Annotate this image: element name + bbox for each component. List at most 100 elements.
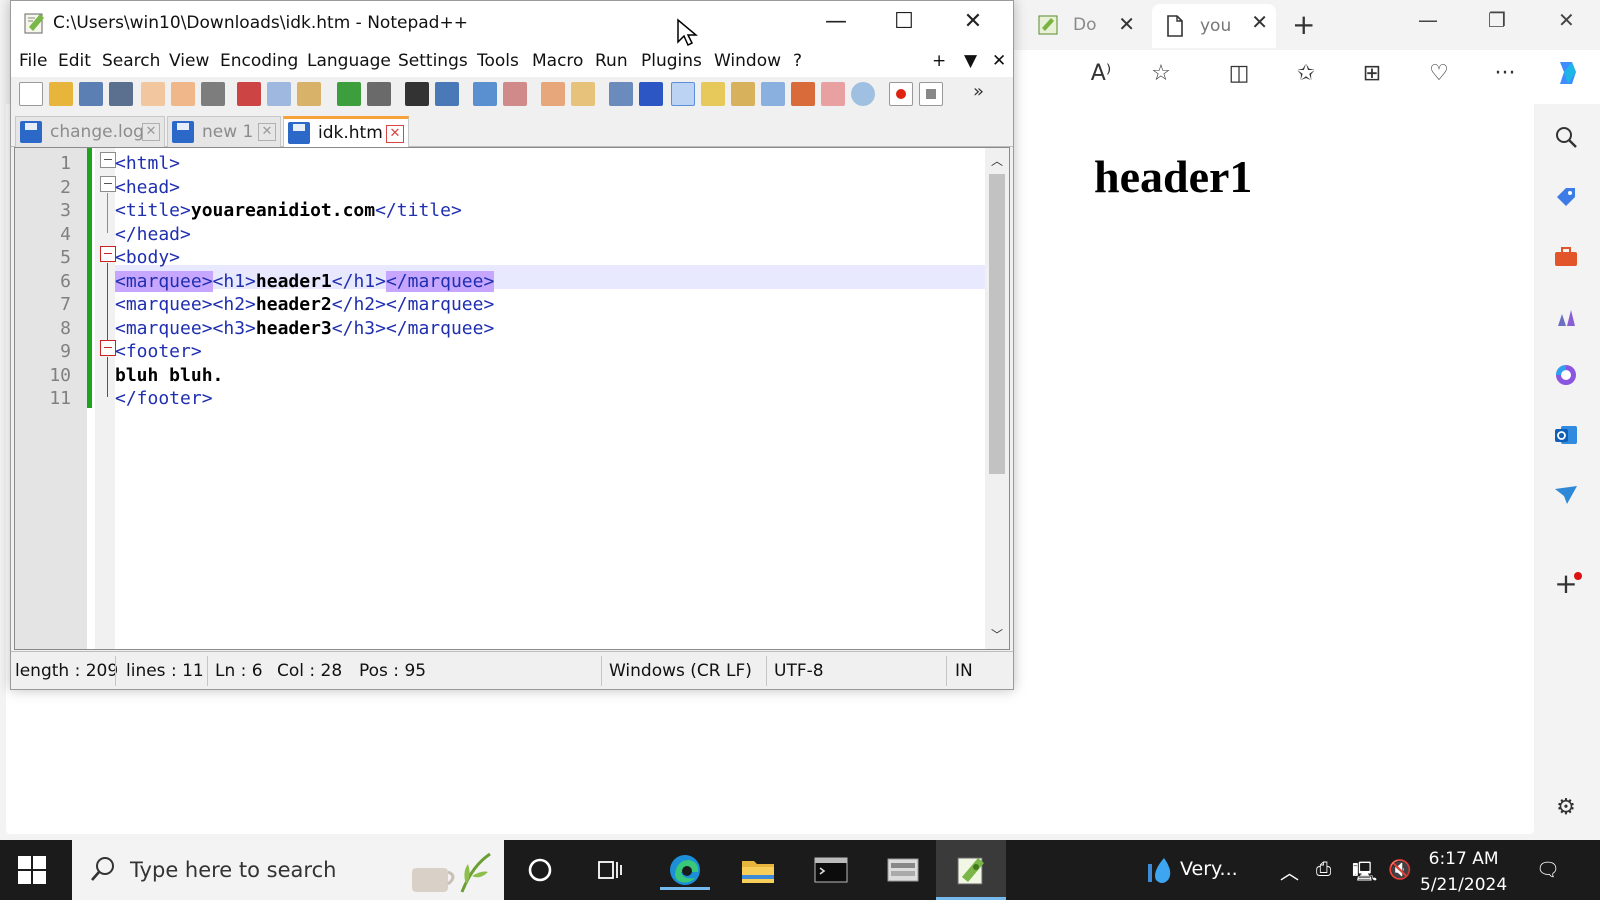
- close-document-icon[interactable]: ✕: [992, 51, 1006, 71]
- menu-search[interactable]: Search: [102, 51, 160, 71]
- show-hidden-icons-chevron-icon[interactable]: ︿: [1280, 858, 1299, 885]
- menu-help[interactable]: ?: [793, 51, 802, 71]
- volume-muted-icon[interactable]: 🔇: [1388, 858, 1412, 881]
- close-file-icon[interactable]: [141, 82, 165, 106]
- menu-language[interactable]: Language: [307, 51, 391, 71]
- menu-view[interactable]: View: [169, 51, 209, 71]
- paste-icon[interactable]: [297, 82, 321, 106]
- npp-titlebar[interactable]: C:\Users\win10\Downloads\idk.htm - Notep…: [11, 1, 1013, 47]
- network-icon[interactable]: 🖳: [1352, 858, 1377, 890]
- menu-macro[interactable]: Macro: [532, 51, 583, 71]
- doc-tab-idk-htm[interactable]: idk.htm ✕: [283, 116, 409, 147]
- split-screen-icon[interactable]: ◫: [1224, 58, 1254, 88]
- menu-plugins[interactable]: Plugins: [641, 51, 702, 71]
- code-line[interactable]: <html>: [115, 152, 985, 176]
- close-all-icon[interactable]: [171, 82, 195, 106]
- cut-icon[interactable]: [237, 82, 261, 106]
- close-icon[interactable]: ✕: [386, 125, 404, 143]
- folder-workspace-icon[interactable]: [821, 82, 845, 106]
- code-area[interactable]: <html> <head> <title>youareanidiot.com</ti…: [115, 148, 985, 649]
- zoom-in-icon[interactable]: [473, 82, 497, 106]
- close-icon[interactable]: ✕: [258, 123, 276, 141]
- code-line[interactable]: bluh bluh.: [115, 364, 985, 388]
- code-line[interactable]: <marquee><h2>header2</h2></marquee>: [115, 293, 985, 317]
- fold-toggle-head[interactable]: [100, 176, 116, 192]
- doc-tab-change-log[interactable]: change.log ✕: [15, 116, 165, 147]
- meet-now-icon[interactable]: ⎙: [1316, 858, 1331, 880]
- fold-toggle-html[interactable]: [100, 152, 116, 168]
- status-insert-mode[interactable]: IN: [955, 661, 973, 681]
- settings-gear-icon[interactable]: ⚙: [1549, 790, 1583, 824]
- shopping-tag-icon[interactable]: [1549, 180, 1583, 214]
- stop-macro-icon[interactable]: [919, 82, 943, 106]
- add-tab-icon[interactable]: +: [932, 51, 946, 71]
- browser-tab-2[interactable]: you ✕: [1152, 4, 1276, 48]
- browser-tab-1[interactable]: Do ✕: [1025, 6, 1143, 44]
- taskbar-search-box[interactable]: Type here to search: [72, 840, 504, 900]
- code-editor[interactable]: 1 2 3 4 5 6 7 8 9 10 11 <html> <head> <title>youarea…: [14, 147, 1010, 650]
- sync-horizontal-icon[interactable]: [571, 82, 595, 106]
- code-line[interactable]: <marquee><h1>header1</h1></marquee>: [115, 270, 985, 294]
- microsoft-365-icon[interactable]: [1549, 358, 1583, 392]
- close-icon[interactable]: ✕: [1118, 12, 1135, 36]
- monitoring-icon[interactable]: [851, 82, 875, 106]
- doc-tab-new-1[interactable]: new 1 ✕: [167, 116, 281, 147]
- status-encoding[interactable]: UTF-8: [774, 661, 824, 681]
- read-aloud-icon[interactable]: A⁾: [1086, 58, 1116, 88]
- scroll-down-icon[interactable]: ﹀: [991, 626, 1003, 643]
- collections-icon[interactable]: ⊞: [1357, 58, 1387, 88]
- word-wrap-icon[interactable]: [609, 82, 633, 106]
- function-list-icon[interactable]: [791, 82, 815, 106]
- new-tab-icon[interactable]: +: [1292, 8, 1315, 41]
- document-list-icon[interactable]: [761, 82, 785, 106]
- fold-toggle-footer[interactable]: [100, 340, 116, 356]
- save-icon[interactable]: [79, 82, 103, 106]
- find-icon[interactable]: [405, 82, 429, 106]
- redo-icon[interactable]: [367, 82, 391, 106]
- tools-icon[interactable]: [1549, 240, 1583, 274]
- server-manager-icon[interactable]: [878, 850, 928, 890]
- code-line[interactable]: <head>: [115, 176, 985, 200]
- outlook-icon[interactable]: [1549, 418, 1583, 452]
- print-icon[interactable]: [201, 82, 225, 106]
- menu-tools[interactable]: Tools: [477, 51, 519, 71]
- replace-icon[interactable]: [435, 82, 459, 106]
- notepadpp-taskbar-icon[interactable]: [936, 840, 1006, 900]
- menu-encoding[interactable]: Encoding: [220, 51, 298, 71]
- menu-edit[interactable]: Edit: [58, 51, 91, 71]
- notifications-icon[interactable]: 🗨: [1536, 858, 1560, 881]
- menu-settings[interactable]: Settings: [398, 51, 468, 71]
- copy-icon[interactable]: [267, 82, 291, 106]
- browser-essentials-icon[interactable]: ♡: [1424, 58, 1454, 88]
- scrollbar-thumb[interactable]: [989, 174, 1005, 474]
- menu-window[interactable]: Window: [714, 51, 781, 71]
- favorite-star-icon[interactable]: ☆: [1146, 58, 1176, 88]
- favorites-icon[interactable]: ✩: [1291, 58, 1321, 88]
- code-line[interactable]: <title>youareanidiot.com</title>: [115, 199, 985, 223]
- close-icon[interactable]: ✕: [953, 9, 993, 34]
- close-icon[interactable]: ✕: [1251, 10, 1268, 34]
- tab-list-dropdown-icon[interactable]: ▼: [964, 51, 977, 71]
- document-map-icon[interactable]: [731, 82, 755, 106]
- games-icon[interactable]: [1549, 300, 1583, 334]
- file-explorer-icon[interactable]: [733, 850, 783, 890]
- cortana-icon[interactable]: [515, 850, 565, 890]
- scroll-up-icon[interactable]: ︿: [991, 152, 1003, 169]
- send-icon[interactable]: [1549, 478, 1583, 512]
- code-line[interactable]: <body>: [115, 246, 985, 270]
- code-line[interactable]: <marquee><h3>header3</h3></marquee>: [115, 317, 985, 341]
- search-icon[interactable]: [1549, 120, 1583, 154]
- fold-toggle-body[interactable]: [100, 246, 116, 262]
- save-all-icon[interactable]: [109, 82, 133, 106]
- code-line[interactable]: </head>: [115, 223, 985, 247]
- toolbar-overflow-icon[interactable]: »: [973, 81, 984, 102]
- menu-file[interactable]: File: [19, 51, 47, 71]
- weather-text[interactable]: Very...: [1180, 858, 1238, 880]
- copilot-icon[interactable]: [1552, 58, 1582, 88]
- udl-icon[interactable]: [701, 82, 725, 106]
- indent-guide-icon[interactable]: [671, 82, 695, 106]
- edge-taskbar-icon[interactable]: [660, 850, 710, 890]
- maximize-icon[interactable]: ☐: [884, 9, 924, 34]
- restore-icon[interactable]: ❐: [1488, 8, 1506, 32]
- record-macro-icon[interactable]: [889, 82, 913, 106]
